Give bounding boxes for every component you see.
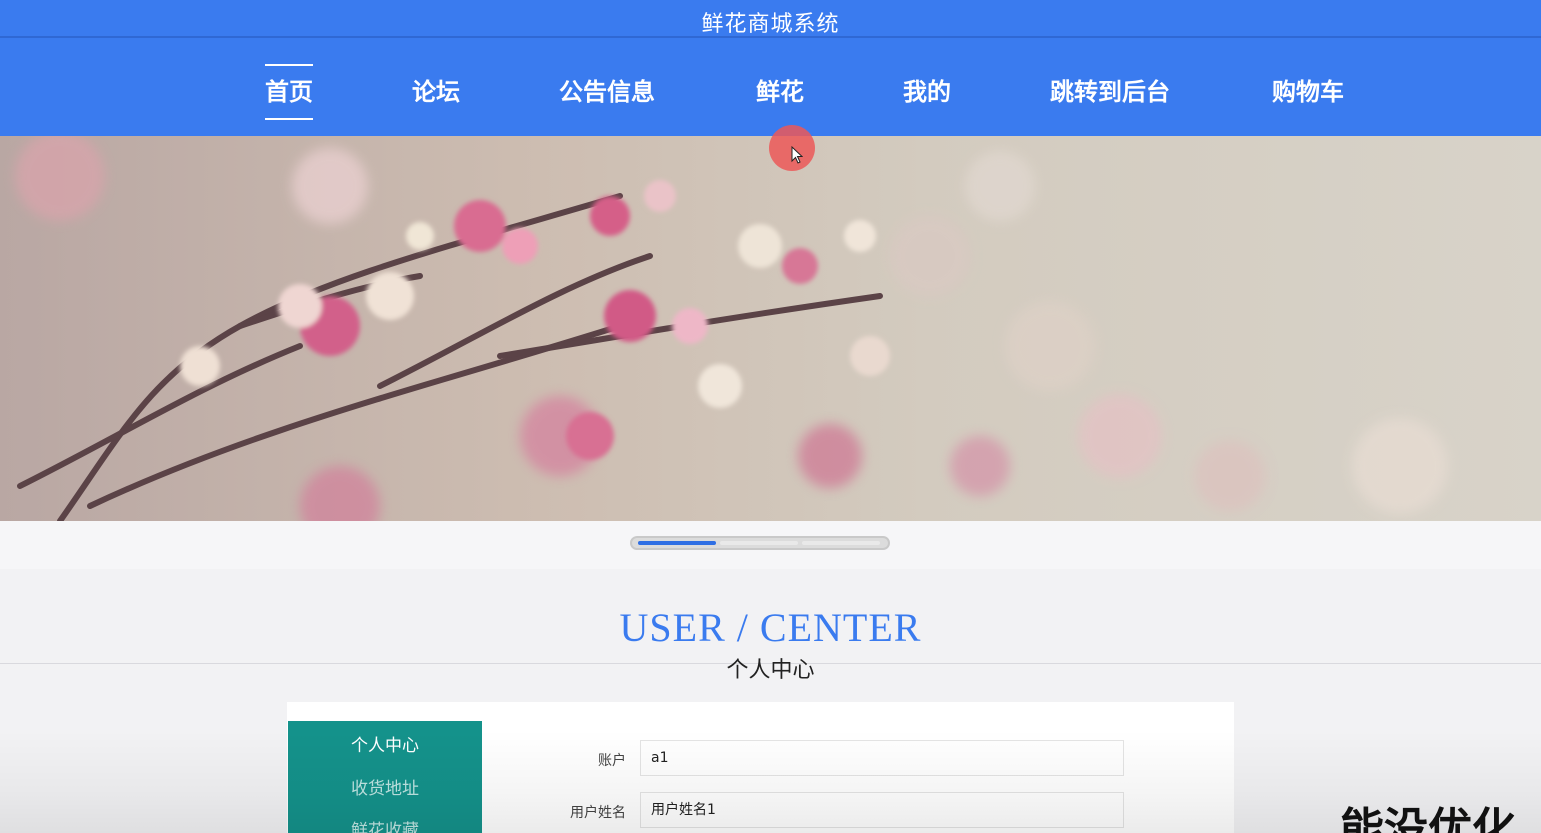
sidebar-item-favorites[interactable]: 鲜花收藏 <box>288 816 482 833</box>
sidebar-item-address[interactable]: 收货地址 <box>288 774 482 799</box>
nav-mine[interactable]: 我的 <box>903 64 951 120</box>
name-label: 用户姓名 <box>570 805 626 821</box>
nav-announcements[interactable]: 公告信息 <box>559 64 655 120</box>
main-nav: 首页 论坛 公告信息 鲜花 我的 跳转到后台 购物车 <box>0 38 1541 136</box>
section-title-english: USER / CENTER <box>619 605 922 650</box>
caption-overlay: 能没优化 <box>1340 804 1516 833</box>
site-title: 鲜花商城系统 <box>701 12 840 37</box>
carousel-indicator[interactable] <box>630 536 890 550</box>
nav-admin-link[interactable]: 跳转到后台 <box>1050 64 1170 120</box>
top-title-bar: 鲜花商城系统 <box>0 0 1541 38</box>
carousel-dot-2[interactable] <box>720 541 798 545</box>
nav-forum[interactable]: 论坛 <box>412 64 460 120</box>
sidebar-item-profile[interactable]: 个人中心 <box>288 731 482 756</box>
account-field[interactable]: a1 <box>640 740 1124 776</box>
account-label: 账户 <box>598 753 626 769</box>
flower-illustration <box>15 136 1448 521</box>
carousel-dot-3[interactable] <box>802 541 880 545</box>
cursor-arrow-icon <box>791 146 803 164</box>
user-sidebar-menu: 个人中心 收货地址 鲜花收藏 <box>288 721 482 833</box>
banner-image[interactable] <box>0 136 1541 521</box>
nav-home[interactable]: 首页 <box>265 64 313 120</box>
carousel-indicator-area <box>0 521 1541 569</box>
name-field[interactable]: 用户姓名1 <box>640 792 1124 828</box>
section-title-chinese: 个人中心 <box>726 658 815 683</box>
carousel-dot-1[interactable] <box>638 541 716 545</box>
nav-flowers[interactable]: 鲜花 <box>756 64 804 120</box>
nav-cart[interactable]: 购物车 <box>1272 64 1344 120</box>
